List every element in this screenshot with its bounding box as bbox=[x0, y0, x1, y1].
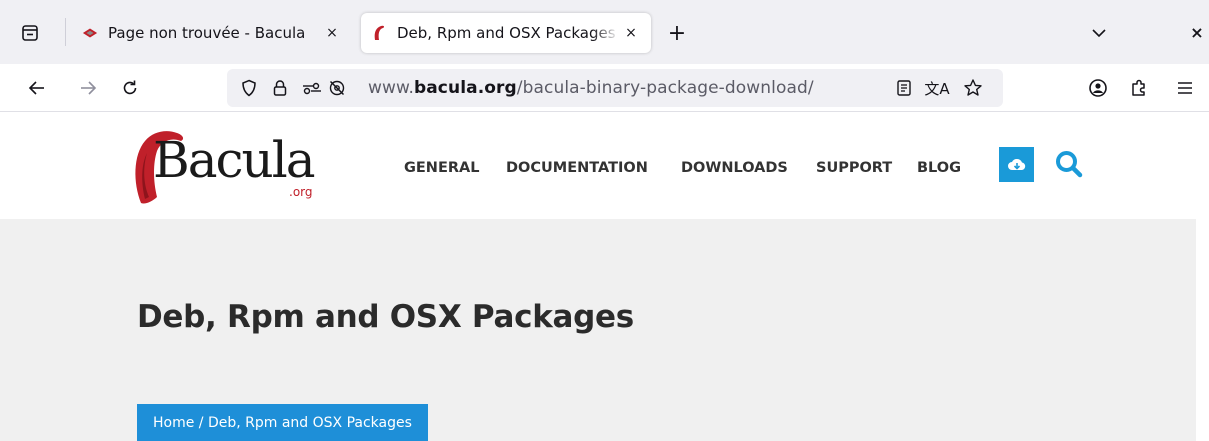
url-text[interactable]: www.bacula.org/bacula-binary-package-dow… bbox=[368, 78, 814, 98]
logo-org-suffix: .org bbox=[289, 185, 313, 199]
chevron-down-icon bbox=[1092, 29, 1106, 38]
tab-page-not-found[interactable]: Page non trouvée - Bacula × bbox=[76, 13, 352, 53]
reload-button[interactable] bbox=[117, 75, 143, 101]
cloud-download-icon bbox=[1007, 159, 1025, 170]
tab-title: Page non trouvée - Bacula bbox=[108, 24, 306, 42]
tracking-protection-icon[interactable] bbox=[238, 77, 260, 99]
tab-deb-rpm-osx[interactable]: Deb, Rpm and OSX Packages × bbox=[361, 13, 651, 53]
firefox-view-button[interactable] bbox=[18, 22, 42, 44]
lock-icon[interactable] bbox=[269, 77, 291, 99]
nav-general[interactable]: GENERAL bbox=[404, 160, 479, 176]
arrow-left-icon bbox=[28, 81, 44, 95]
reader-view-icon[interactable] bbox=[893, 77, 915, 99]
nav-downloads[interactable]: DOWNLOADS bbox=[681, 160, 788, 176]
new-tab-button[interactable]: + bbox=[664, 20, 690, 46]
url-prefix: www. bbox=[368, 78, 414, 98]
url-host: bacula.org bbox=[413, 78, 517, 98]
tab-separator bbox=[65, 18, 66, 46]
page-title: Deb, Rpm and OSX Packages bbox=[137, 299, 634, 335]
site-search-button[interactable] bbox=[1051, 146, 1087, 182]
bookmark-star-icon[interactable] bbox=[962, 77, 984, 99]
account-icon bbox=[1089, 79, 1107, 97]
page-scrollbar[interactable] bbox=[1196, 219, 1209, 441]
url-bar[interactable]: www.bacula.org/bacula-binary-package-dow… bbox=[227, 69, 1003, 107]
nav-support[interactable]: SUPPORT bbox=[816, 160, 892, 176]
account-button[interactable] bbox=[1085, 75, 1111, 101]
reload-icon bbox=[123, 80, 137, 95]
hamburger-menu-icon bbox=[1178, 82, 1192, 94]
translate-icon[interactable]: 文A bbox=[923, 77, 951, 99]
cloud-download-button[interactable] bbox=[999, 147, 1034, 182]
nav-documentation[interactable]: DOCUMENTATION bbox=[506, 160, 648, 176]
arrow-right-icon bbox=[81, 81, 97, 95]
breadcrumb-home-link[interactable]: Home bbox=[153, 415, 194, 431]
search-icon bbox=[1056, 151, 1083, 178]
close-tab-icon[interactable]: × bbox=[321, 22, 343, 44]
site-header: Bacula .org GENERAL DOCUMENTATION DOWNLO… bbox=[0, 113, 1209, 219]
breadcrumb-separator: / bbox=[194, 414, 208, 431]
location-blocked-icon[interactable] bbox=[326, 77, 348, 99]
puzzle-icon bbox=[1132, 79, 1145, 96]
extensions-button[interactable] bbox=[1126, 75, 1152, 101]
bacula-ship-icon bbox=[82, 25, 98, 41]
logo-wordmark: Bacula bbox=[153, 131, 316, 189]
page-hero: Deb, Rpm and OSX Packages Home / Deb, Rp… bbox=[0, 219, 1196, 441]
bacula-logo-icon bbox=[371, 25, 387, 41]
navigation-toolbar: www.bacula.org/bacula-binary-package-dow… bbox=[0, 64, 1209, 112]
window-close-button[interactable]: × bbox=[1186, 21, 1208, 43]
bacula-logo[interactable]: Bacula .org bbox=[131, 125, 327, 207]
app-menu-button[interactable] bbox=[1172, 75, 1198, 101]
tab-title: Deb, Rpm and OSX Packages bbox=[397, 24, 616, 42]
firefox-view-icon bbox=[22, 25, 38, 41]
permissions-icon[interactable] bbox=[301, 77, 323, 99]
nav-blog[interactable]: BLOG bbox=[917, 160, 961, 176]
breadcrumb-current: Deb, Rpm and OSX Packages bbox=[207, 414, 412, 431]
tab-strip: Page non trouvée - Bacula × Deb, Rpm and… bbox=[0, 0, 1209, 64]
back-button[interactable] bbox=[24, 75, 50, 101]
list-all-tabs-button[interactable] bbox=[1088, 22, 1110, 44]
url-path: /bacula-binary-package-download/ bbox=[516, 78, 814, 98]
forward-button[interactable] bbox=[75, 75, 101, 101]
breadcrumb: Home / Deb, Rpm and OSX Packages bbox=[137, 404, 428, 441]
close-tab-icon[interactable]: × bbox=[620, 22, 642, 44]
